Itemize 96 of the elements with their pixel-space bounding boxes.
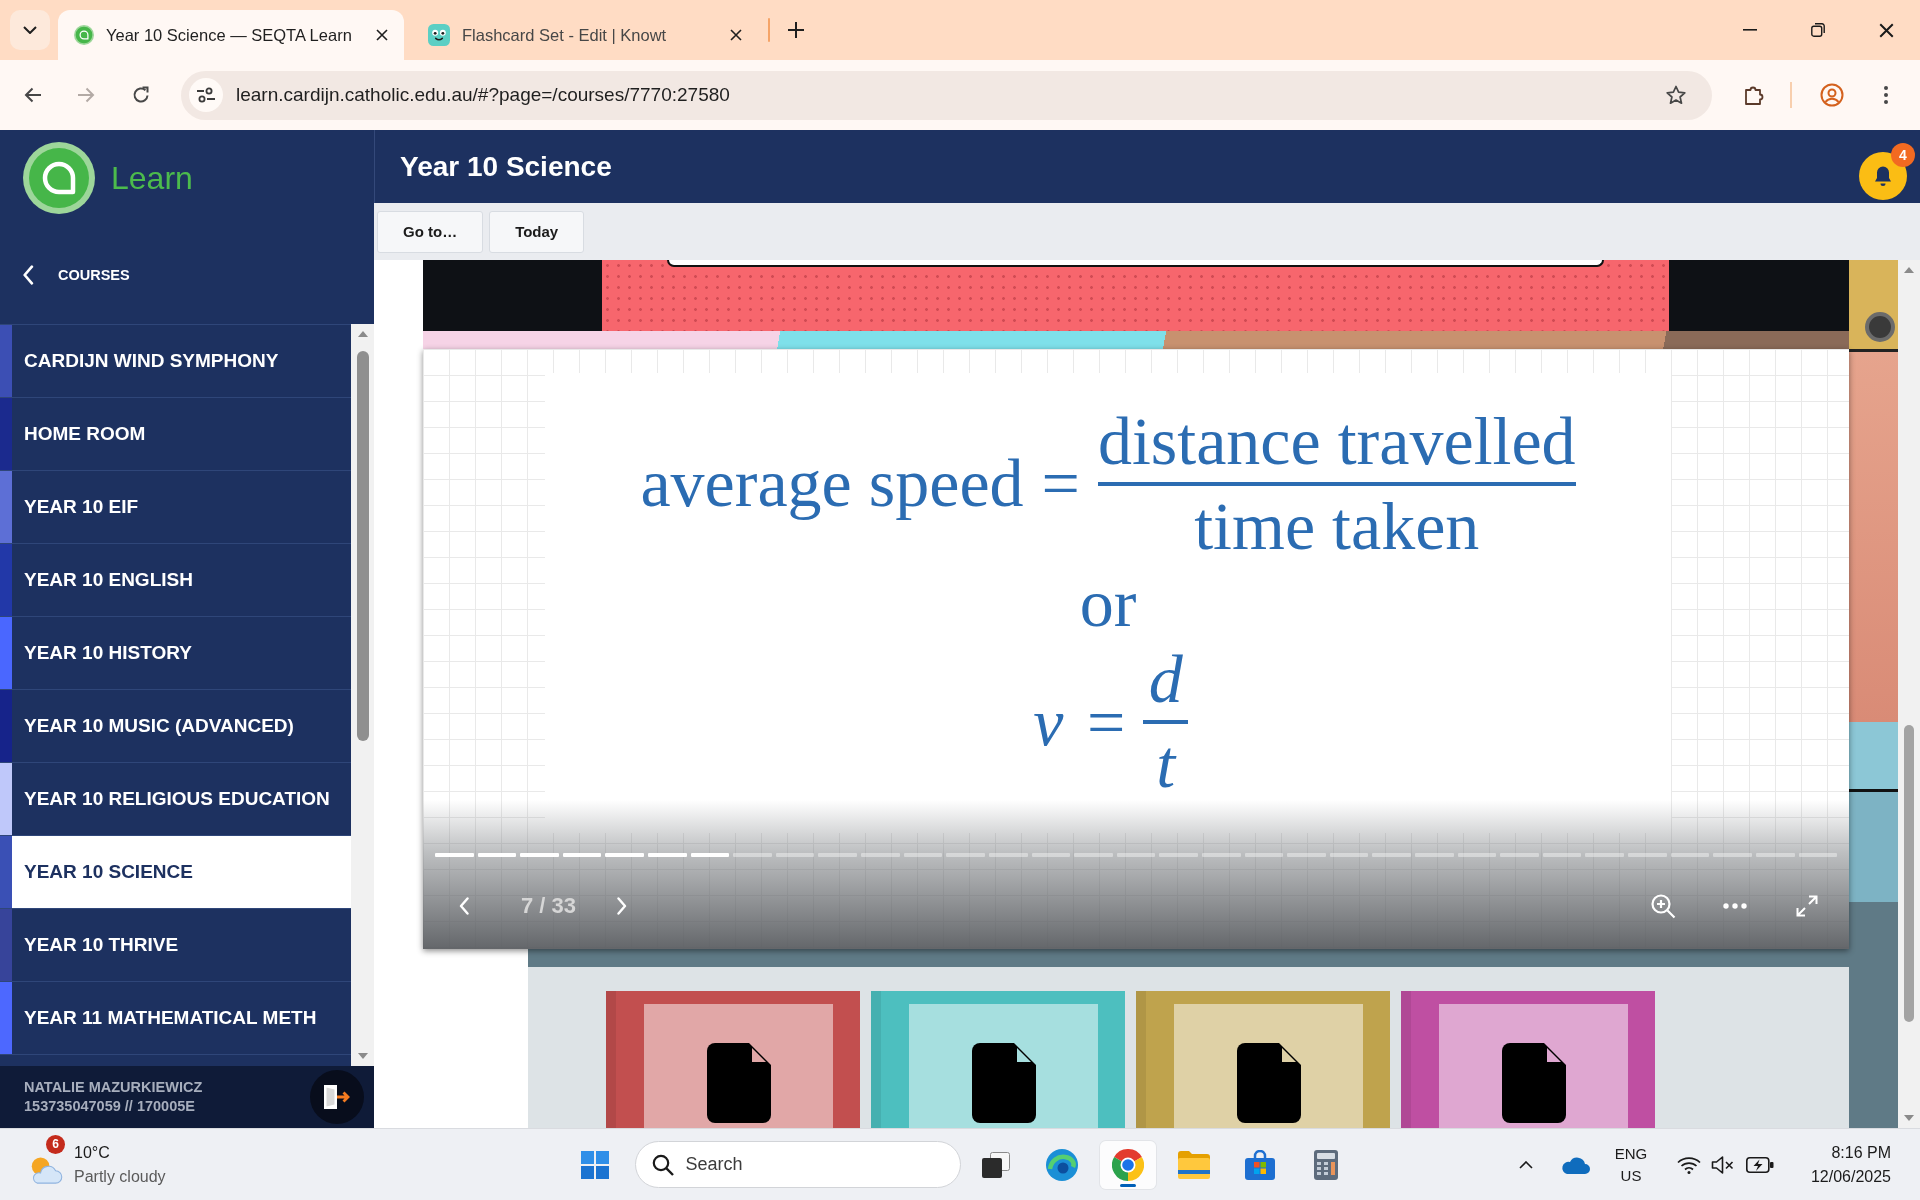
course-item[interactable]: YEAR 10 HISTORY <box>0 617 351 690</box>
speaker-muted-icon[interactable] <box>1711 1154 1735 1175</box>
scroll-up-arrow-icon[interactable] <box>1904 267 1914 273</box>
more-horizontal-icon <box>1723 903 1747 909</box>
fraction-numerator: distance travelled <box>1097 403 1576 480</box>
restore-icon <box>1811 23 1825 37</box>
clock-button[interactable]: 8:16 PM 12/06/2025 <box>1795 1141 1891 1188</box>
calculator-icon <box>1313 1149 1338 1180</box>
course-item[interactable]: YEAR 10 ENGLISH <box>0 544 351 617</box>
scrollbar-track[interactable] <box>351 324 374 1066</box>
course-item[interactable]: HOME ROOM <box>0 398 351 471</box>
connector-text: or <box>1079 564 1137 642</box>
course-item[interactable]: YEAR 11 MATHEMATICAL METH <box>0 982 351 1055</box>
formula-term: average speed <box>640 445 1024 523</box>
scroll-down-arrow-icon[interactable] <box>1904 1115 1914 1121</box>
browser-tab[interactable]: Year 10 Science — SEQTA Learn <box>58 10 404 60</box>
zoom-in-icon <box>1650 893 1676 919</box>
shopping-bag-icon <box>1244 1149 1275 1180</box>
scrollbar-thumb[interactable] <box>1904 725 1914 1022</box>
arrow-right-icon <box>77 87 95 103</box>
battery-charging-icon[interactable] <box>1746 1156 1774 1173</box>
folder-icon <box>1177 1150 1210 1179</box>
reload-icon <box>132 86 150 104</box>
swirl-logo-icon <box>1045 1148 1078 1181</box>
scroll-up-arrow-icon[interactable] <box>357 331 368 337</box>
face-logo-icon <box>428 24 450 46</box>
user-id: 153735047059 // 170005E <box>24 1097 196 1116</box>
notification-badge: 6 <box>46 1134 65 1154</box>
notification-badge: 4 <box>1891 142 1915 167</box>
scrollbar-thumb[interactable] <box>356 351 369 741</box>
person-circle-icon <box>1820 83 1844 107</box>
sliders-icon <box>196 87 216 103</box>
chevron-left-icon <box>459 897 469 915</box>
url-text[interactable]: learn.cardijn.catholic.edu.au/#?page=/courses/7770:27580 <box>236 84 730 106</box>
fraction-numerator: d <box>1147 641 1184 719</box>
equals-sign: = <box>1086 683 1126 761</box>
ring-logo-icon <box>23 142 95 214</box>
search-icon <box>651 1153 674 1176</box>
ring-logo-icon <box>74 25 94 45</box>
fraction-denominator: time taken <box>1194 487 1480 565</box>
page-title: Year 10 Science <box>400 150 613 183</box>
document-icon <box>1501 1043 1566 1123</box>
temperature-text: 10°C <box>74 1143 111 1164</box>
resource-tile[interactable] <box>1136 991 1390 1128</box>
slide-counter: 7 / 33 <box>521 893 577 919</box>
resource-tile[interactable] <box>606 991 860 1128</box>
fraction-denominator: t <box>1155 726 1178 804</box>
star-icon <box>1666 85 1686 105</box>
chevron-down-icon <box>23 26 37 34</box>
door-exit-icon <box>323 1084 351 1110</box>
logout-button[interactable] <box>310 1070 364 1124</box>
browser-logo-icon <box>1111 1148 1144 1181</box>
fraction-bar <box>1143 720 1189 725</box>
equals-sign: = <box>1041 445 1080 523</box>
arrow-left-icon <box>24 87 42 103</box>
search-bar[interactable]: Search <box>634 1141 961 1188</box>
user-name: NATALIE MAZURKIEWICZ <box>24 1078 204 1097</box>
courses-back-link[interactable]: COURSES <box>22 265 130 285</box>
address-bar[interactable]: learn.cardijn.catholic.edu.au/#?page=/courses/7770:27580 <box>181 70 1712 120</box>
search-field[interactable]: Search <box>685 1149 946 1180</box>
scroll-down-arrow-icon[interactable] <box>357 1053 368 1059</box>
formula-term: v <box>1032 683 1065 761</box>
site-info-button[interactable] <box>189 78 223 112</box>
puzzle-icon <box>1744 85 1764 105</box>
chevron-left-icon <box>22 265 34 285</box>
chevron-up-icon <box>1519 1160 1533 1169</box>
course-item[interactable]: YEAR 10 EIF <box>0 471 351 544</box>
document-icon <box>706 1043 771 1123</box>
overlapping-windows-icon <box>981 1151 1010 1178</box>
tab-list-button[interactable] <box>10 10 50 50</box>
plus-icon <box>788 22 804 38</box>
close-icon <box>376 29 388 41</box>
course-item[interactable]: YEAR 10 MUSIC (ADVANCED) <box>0 690 351 763</box>
wifi-icon[interactable] <box>1677 1155 1701 1174</box>
document-icon <box>971 1043 1036 1123</box>
resource-tile[interactable] <box>1401 991 1655 1128</box>
bell-icon <box>1873 164 1893 187</box>
expand-icon <box>1796 895 1818 917</box>
toolbar-button[interactable]: Today <box>489 210 585 253</box>
course-item[interactable]: YEAR 10 SCIENCE <box>0 836 351 909</box>
close-icon <box>1878 22 1894 38</box>
course-item[interactable]: CARDIJN WIND SYMPHONY <box>0 325 351 398</box>
toolbar-button[interactable]: Go to… <box>377 210 484 253</box>
weather-condition-text: Partly cloudy <box>74 1166 166 1187</box>
scrollbar-track[interactable] <box>1898 260 1920 1128</box>
minimize-icon <box>1743 29 1757 31</box>
kebab-menu-icon <box>1884 86 1888 104</box>
document-icon <box>1236 1043 1301 1123</box>
language-button[interactable]: ENG US <box>1605 1142 1657 1187</box>
logo-text: Learn <box>111 159 193 197</box>
course-item[interactable]: YEAR 10 THRIVE <box>0 909 351 982</box>
chevron-right-icon <box>617 897 628 915</box>
close-icon <box>730 29 742 41</box>
resource-tile[interactable] <box>871 991 1125 1128</box>
four-panes-icon <box>580 1150 609 1179</box>
browser-tab[interactable]: Flashcard Set - Edit | Knowt <box>412 10 758 60</box>
